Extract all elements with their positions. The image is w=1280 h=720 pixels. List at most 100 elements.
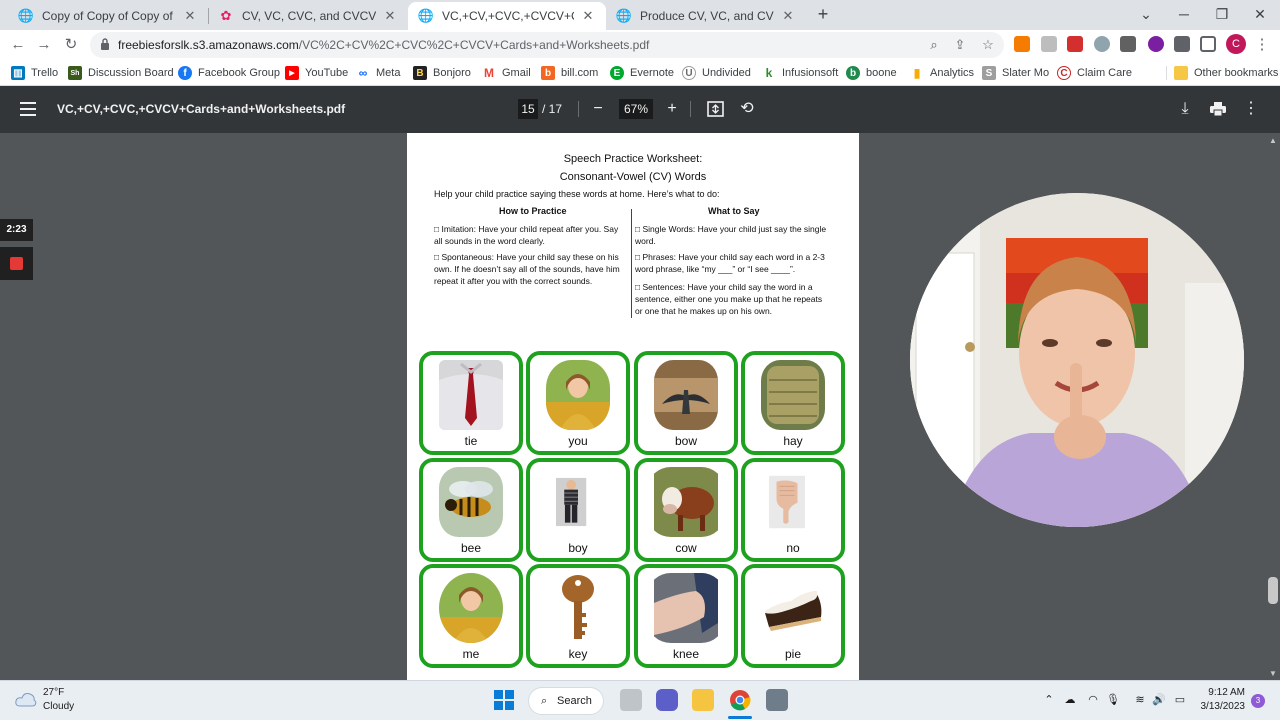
- word-card: cow: [634, 458, 738, 562]
- bookmark-undivided[interactable]: U Undivided: [682, 64, 751, 82]
- bookmark-youtube[interactable]: ▶ YouTube: [285, 64, 348, 82]
- chevron-up-icon[interactable]: ⌃: [1041, 693, 1057, 706]
- kebab-menu-icon[interactable]: ⋮: [1252, 35, 1272, 55]
- zoom-in-button[interactable]: +: [662, 99, 682, 119]
- webcam-bubble[interactable]: [910, 193, 1244, 527]
- extension-icon[interactable]: [1067, 36, 1083, 52]
- close-icon[interactable]: ✕: [780, 8, 796, 24]
- bookmark-bonjoro[interactable]: B Bonjoro: [413, 64, 471, 82]
- chrome-icon[interactable]: [729, 689, 751, 711]
- close-icon[interactable]: ✕: [382, 8, 398, 24]
- clock-date[interactable]: 3/13/2023: [1201, 701, 1246, 712]
- tab-dear-caregiver[interactable]: 🌐 Copy of Copy of Copy of Dear Ca ✕: [8, 2, 208, 30]
- puzzle-icon[interactable]: [1174, 36, 1190, 52]
- close-icon[interactable]: ✕: [580, 8, 596, 24]
- minimize-button[interactable]: ─: [1172, 4, 1196, 24]
- bookmark-analytics[interactable]: ▮ Analytics: [910, 64, 974, 82]
- calculator-icon[interactable]: [766, 689, 788, 711]
- key-photo: [546, 573, 610, 643]
- taskbar-search[interactable]: ⌕ Search: [528, 687, 604, 715]
- bookmark-boone[interactable]: b boone: [846, 64, 897, 82]
- side-panel-icon[interactable]: [1200, 36, 1216, 52]
- extension-icon[interactable]: [1148, 36, 1164, 52]
- windows-taskbar: 27°F Cloudy ⌕ Search ⌃ ☁ ◠ 🎙 ≋ 🔊 ▭ 9:12 …: [0, 680, 1280, 720]
- tab-produce-words[interactable]: 🌐 Produce CV, VC, and CVC Words ✕: [606, 2, 806, 30]
- scrollbar-thumb[interactable]: [1268, 577, 1278, 604]
- more-options-icon[interactable]: ⋮: [1241, 99, 1261, 119]
- pdf-toolbar: VC,+CV,+CVC,+CVCV+Cards+and+Worksheets.p…: [0, 86, 1280, 133]
- close-window-button[interactable]: ✕: [1248, 4, 1272, 24]
- bonjoro-icon: B: [413, 66, 427, 80]
- search-label: Search: [557, 695, 592, 707]
- bookmark-slater-mo[interactable]: S Slater Mo: [982, 64, 1049, 82]
- fit-page-icon[interactable]: [707, 101, 724, 117]
- tab-cv-words[interactable]: ✿ CV, VC, CVC, and CVCV Words | F ✕: [208, 2, 408, 30]
- zoom-icon[interactable]: ⌕: [926, 37, 942, 53]
- word-card: me: [419, 564, 523, 668]
- tab-title: Produce CV, VC, and CVC Words: [640, 9, 774, 23]
- bookmark-bill-com[interactable]: b bill.com: [541, 64, 598, 82]
- bookmark-evernote[interactable]: E Evernote: [610, 64, 674, 82]
- bookmark-meta[interactable]: ∞ Meta: [356, 64, 400, 82]
- site-icon: ✿: [220, 8, 232, 23]
- extension-icon[interactable]: [1094, 36, 1110, 52]
- tab-title: CV, VC, CVC, and CVCV Words | F: [242, 9, 376, 23]
- volume-icon[interactable]: 🔊: [1151, 693, 1167, 706]
- share-icon[interactable]: ⇪: [952, 37, 968, 53]
- back-icon[interactable]: ←: [8, 35, 28, 55]
- rotate-icon[interactable]: ⟲: [737, 99, 757, 119]
- star-icon[interactable]: ☆: [980, 37, 996, 53]
- extension-icon[interactable]: [1120, 36, 1136, 52]
- onedrive-icon[interactable]: ☁: [1062, 693, 1078, 706]
- tab-search-icon[interactable]: ⌄: [1134, 4, 1158, 24]
- new-tab-button[interactable]: +: [813, 4, 833, 24]
- scroll-up-arrow[interactable]: ▲: [1268, 136, 1278, 146]
- other-bookmarks[interactable]: ▭ Other bookmarks: [1174, 64, 1278, 82]
- file-explorer-icon[interactable]: [692, 689, 714, 711]
- profile-avatar[interactable]: C: [1226, 34, 1246, 54]
- worksheet-title: Speech Practice Worksheet:: [563, 153, 703, 165]
- page-number-input[interactable]: 15: [518, 99, 538, 119]
- close-icon[interactable]: ✕: [182, 8, 198, 24]
- practice-item-text: Spontaneous: Have your child say these o…: [434, 252, 620, 286]
- say-item-single-words: □ Single Words: Have your child just say…: [635, 224, 827, 246]
- bookmark-gmail[interactable]: M Gmail: [482, 64, 531, 82]
- bookmark-facebook-group[interactable]: f Facebook Group: [178, 64, 280, 82]
- gmail-icon: M: [482, 66, 496, 80]
- task-view-icon[interactable]: [620, 689, 642, 711]
- notification-count[interactable]: 3: [1251, 694, 1265, 708]
- windows-start-icon[interactable]: [494, 690, 514, 710]
- wifi-icon[interactable]: ◠: [1085, 693, 1101, 706]
- maximize-button[interactable]: ❐: [1210, 4, 1234, 24]
- weather-condition[interactable]: Cloudy: [43, 701, 74, 712]
- network-icon[interactable]: ≋: [1132, 693, 1148, 706]
- reload-icon[interactable]: ↻: [61, 35, 81, 55]
- cloud-icon[interactable]: [15, 691, 37, 707]
- worksheet-intro: Help your child practice saying these wo…: [434, 189, 720, 199]
- microphone-icon[interactable]: 🎙: [1105, 693, 1121, 706]
- address-bar[interactable]: freebiesforslk.s3.amazonaws.com/VC%2C+CV…: [90, 32, 1004, 58]
- zoom-level-input[interactable]: 67%: [619, 99, 653, 119]
- bookmark-infusionsoft[interactable]: k Infusionsoft: [762, 64, 838, 82]
- stop-recording-button[interactable]: [0, 247, 33, 280]
- zoom-out-button[interactable]: −: [588, 99, 608, 119]
- print-icon[interactable]: [1210, 102, 1226, 116]
- card-word: pie: [784, 647, 801, 661]
- forward-icon[interactable]: →: [34, 35, 54, 55]
- extension-icon[interactable]: [1014, 36, 1030, 52]
- tab-pdf-active[interactable]: 🌐 VC,+CV,+CVC,+CVCV+Cards+and ✕: [408, 2, 606, 30]
- browser-toolbar: ← → ↻ freebiesforslk.s3.amazonaws.com/VC…: [0, 30, 1280, 60]
- download-icon[interactable]: ⤓: [1175, 99, 1195, 119]
- woman-photo: [439, 573, 503, 643]
- bookmark-claim-care[interactable]: C Claim Care: [1057, 64, 1132, 82]
- battery-icon[interactable]: ▭: [1172, 693, 1188, 706]
- scroll-down-arrow[interactable]: ▼: [1268, 669, 1278, 679]
- youtube-icon: ▶: [285, 66, 299, 80]
- extension-icon[interactable]: [1041, 36, 1057, 52]
- teams-chat-icon[interactable]: [656, 689, 678, 711]
- menu-icon[interactable]: [20, 102, 36, 116]
- bookmark-discussion-board[interactable]: Sh Discussion Board: [68, 64, 174, 82]
- weather-temperature[interactable]: 27°F: [43, 687, 64, 698]
- clock-time[interactable]: 9:12 AM: [1208, 687, 1245, 698]
- bookmark-trello[interactable]: ▥ Trello: [11, 64, 58, 82]
